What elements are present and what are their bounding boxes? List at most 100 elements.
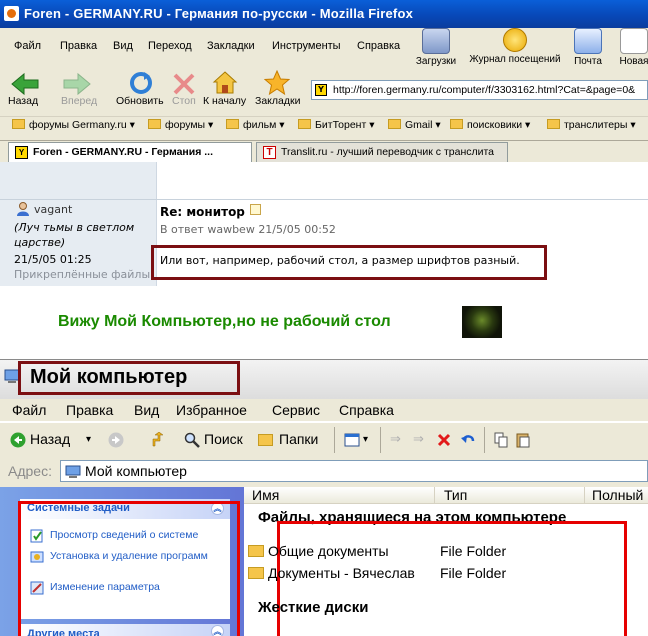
undo-icon[interactable] [460,432,476,448]
user-icon [17,202,29,216]
menu-file[interactable]: Файл [12,402,46,418]
column-divider [584,487,585,503]
forward-label: Вперед [61,95,98,107]
reload-label[interactable]: Обновить [116,95,164,107]
folder-icon [12,119,25,129]
search-button[interactable]: Поиск [204,431,243,447]
folder-icon [248,545,264,557]
address-label: Адрес: [8,463,52,479]
url-text: http://foren.germany.ru/computer/f/33031… [333,84,636,96]
up-folder-icon[interactable] [150,432,166,448]
folder-icon [450,119,463,129]
mail-icon [574,28,602,54]
menu-tools[interactable]: Сервис [272,402,320,418]
column-type[interactable]: Тип [444,487,467,503]
menu-help[interactable]: Справка [339,402,394,418]
caption-text: Вижу Мой Компьютер,но не рабочий стол [58,313,391,330]
move-to-icon: ⇒ [390,431,401,446]
back-arrow-icon[interactable] [10,432,26,448]
address-input[interactable]: Мой компьютер [60,460,648,482]
menu-file[interactable]: Файл [14,40,41,52]
copy-to-icon: ⇒ [413,431,424,446]
bookmark-search-engines[interactable]: поисковики ▾ [450,119,530,131]
tab-translit[interactable]: T Translit.ru - лучший переводчик с тран… [256,142,508,162]
delete-icon[interactable] [437,433,451,447]
file-type: File Folder [440,565,507,581]
views-dropdown-icon[interactable]: ▾ [363,434,368,445]
menu-bookmarks[interactable]: Закладки [207,40,255,52]
site-favicon-icon: Y [315,84,327,96]
forum-attached-files: Прикреплённые файлы [14,268,151,281]
post-reply-to: В ответ wawbew 21/5/05 00:52 [160,223,336,236]
address-value: Мой компьютер [85,463,187,479]
forward-arrow-icon [108,432,124,448]
tab-foren[interactable]: Y Foren - GERMANY.RU - Германия ... [8,142,252,162]
list-item[interactable]: Общие документы [248,543,389,559]
folder-icon [388,119,401,129]
column-total[interactable]: Полный [592,487,643,503]
folders-icon [258,434,273,446]
mail-button[interactable]: Почта [568,28,608,67]
forum-post-date: 21/5/05 01:25 [14,253,92,266]
bookmark-transliterators[interactable]: транслитеры ▾ [547,119,636,131]
back-arrow-icon[interactable] [10,72,40,96]
folder-icon [226,119,239,129]
file-type: File Folder [440,543,507,559]
url-bar[interactable]: Y http://foren.germany.ru/computer/f/330… [311,80,648,100]
post-note-icon [250,204,261,215]
firefox-icon [4,6,19,21]
folder-icon [148,119,161,129]
menu-view[interactable]: Вид [134,402,159,418]
back-dropdown-icon[interactable]: ▾ [86,434,91,445]
forum-username[interactable]: vagant [34,203,72,216]
menu-edit[interactable]: Правка [60,40,97,52]
bookmark-forums[interactable]: форумы ▾ [148,119,213,131]
post-body: Или вот, например, рабочий стол, а разме… [160,254,520,267]
views-icon[interactable] [344,432,362,448]
back-label[interactable]: Назад [8,95,38,107]
forward-arrow-icon[interactable] [62,72,92,96]
menu-tools[interactable]: Инструменты [272,40,341,52]
site-favicon-icon: Y [15,146,28,159]
bookmark-forums-germany[interactable]: форумы Germany.ru ▾ [12,119,135,131]
home-label[interactable]: К началу [203,95,246,107]
paste-icon[interactable] [516,432,530,448]
menu-favorites[interactable]: Избранное [176,402,247,418]
post-title: Re: монитор [160,205,245,219]
bookmark-film[interactable]: фильм ▾ [226,119,285,131]
bookmark-gmail[interactable]: Gmail ▾ [388,119,441,131]
explorer-menu-bar: Файл Правка Вид Избранное Сервис Справка [0,399,648,421]
search-icon [184,432,200,448]
firefox-title-bar: Foren - GERMANY.RU - Германия по-русски … [0,0,648,28]
menu-edit[interactable]: Правка [66,402,113,418]
folder-icon [248,567,264,579]
bookmarks-star-icon[interactable] [264,70,290,96]
history-button[interactable]: Журнал посещений [466,28,564,65]
folder-icon [547,119,560,129]
column-name[interactable]: Имя [252,487,279,503]
explorer-window-title: Мой компьютер [30,366,188,388]
smiley-image-icon [462,306,502,338]
translit-favicon-icon: T [263,146,276,159]
clock-icon [503,28,527,52]
bookmark-bittorrent[interactable]: БитТорент ▾ [298,119,375,131]
menu-help[interactable]: Справка [357,40,400,52]
explorer-back-button[interactable]: Назад [30,431,70,447]
new-page-icon [620,28,648,54]
stop-icon[interactable] [172,72,196,96]
copy-icon[interactable] [494,432,508,448]
toolbar-separator [380,427,381,453]
downloads-icon [422,28,450,54]
folders-button[interactable]: Папки [279,431,318,447]
bookmarks-label[interactable]: Закладки [255,95,300,107]
menu-go[interactable]: Переход [148,40,192,52]
list-item[interactable]: Документы - Вячеслав [248,565,415,581]
downloads-button[interactable]: Загрузки [412,28,460,67]
task-pane-red-box [18,501,240,636]
home-icon[interactable] [212,70,238,96]
reload-icon[interactable] [128,70,154,96]
column-divider [434,487,435,503]
toolbar-separator [484,427,485,453]
menu-view[interactable]: Вид [113,40,133,52]
new-button[interactable]: Новая [614,28,648,67]
